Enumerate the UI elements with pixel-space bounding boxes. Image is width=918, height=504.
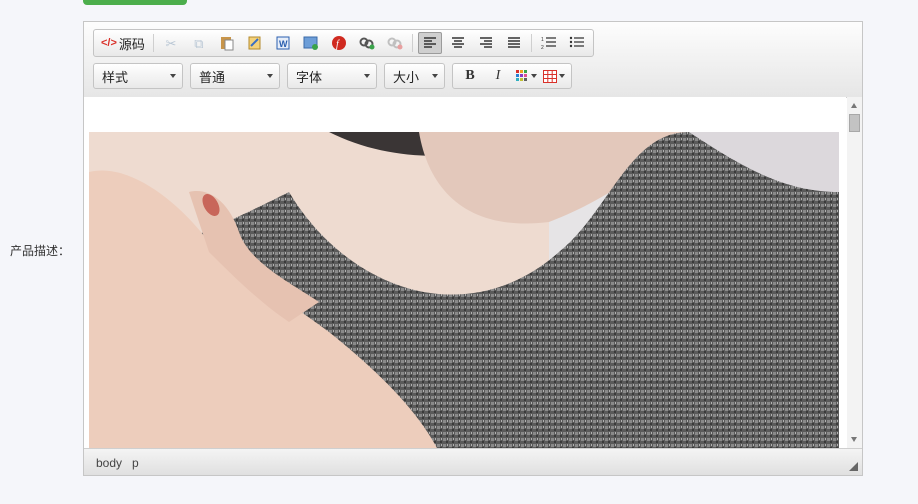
toolbar-separator [530,34,532,52]
source-button[interactable]: </> 源码 [98,32,148,54]
insert-image-button[interactable] [299,32,323,54]
size-select-label: 大小 [393,69,420,85]
resize-grip-icon[interactable] [849,462,858,471]
svg-text:2: 2 [541,45,544,50]
copy-icon: ⧉ [194,35,204,51]
format-select[interactable]: 普通 [190,63,280,89]
align-justify-button[interactable] [502,32,526,54]
toolbar-row-2: 样式 普通 字体 大小 B I [93,62,572,90]
editor-content-area[interactable] [84,97,846,448]
chevron-down-icon [364,74,370,78]
link-icon [359,37,375,50]
unlink-button[interactable] [383,32,407,54]
product-description-label: 产品描述： [10,244,71,258]
align-right-icon [479,37,492,48]
insert-image-icon [303,36,318,50]
align-left-button[interactable] [417,32,442,54]
scroll-down-icon[interactable] [851,437,857,442]
align-right-button[interactable] [474,32,498,54]
unordered-list-button[interactable] [565,32,589,54]
svg-text:W: W [279,39,288,49]
align-justify-icon [507,37,520,48]
paste-text-icon [248,36,261,50]
link-button[interactable] [355,32,379,54]
scrollbar-thumb[interactable] [849,114,860,132]
cut-button[interactable]: ✂ [159,32,183,54]
format-select-label: 普通 [199,69,226,85]
paste-icon [220,37,234,51]
toolbar-separator [152,34,154,52]
align-center-icon [451,37,464,48]
path-item-body[interactable]: body [96,456,122,470]
format-button-group: B I [452,63,572,89]
cut-icon: ✂ [165,35,177,51]
source-button-label: 源码 [118,36,145,52]
product-photo-image [89,132,839,448]
copy-button[interactable]: ⧉ [187,32,211,54]
chevron-down-icon [559,74,565,78]
unordered-list-icon [569,36,584,48]
chevron-down-icon [267,74,273,78]
ordered-list-icon: 12 [541,37,556,50]
unlink-icon [387,37,403,50]
table-button[interactable] [542,65,566,87]
rich-text-editor: </> 源码 ✂ ⧉ W f 1 2 样式 普通 字体 大小 B I body … [83,21,863,476]
chevron-down-icon [170,74,176,78]
toolbar-row-1: </> 源码 ✂ ⧉ W f 1 2 [93,29,594,57]
style-select[interactable]: 样式 [93,63,183,89]
element-path: body p [96,456,139,470]
paste-text-button[interactable] [243,32,267,54]
source-code-icon: </> [101,37,117,49]
size-select[interactable]: 大小 [384,63,445,89]
submit-button-top-edge[interactable] [83,0,187,5]
content-scrollbar[interactable] [847,97,862,448]
editor-statusbar: body p [84,448,862,475]
font-select[interactable]: 字体 [287,63,377,89]
path-item-p[interactable]: p [132,456,139,470]
bold-button[interactable]: B [458,65,482,87]
chevron-down-icon [530,74,537,78]
flash-icon: f [331,36,346,50]
text-color-button[interactable] [514,65,538,87]
toolbar-separator [411,34,413,52]
paste-word-button[interactable]: W [271,32,295,54]
color-palette-icon [515,70,527,81]
table-icon [543,69,557,83]
chevron-down-icon [432,74,438,78]
align-left-icon [423,37,436,48]
italic-button[interactable]: I [486,65,510,87]
font-select-label: 字体 [296,69,323,85]
scroll-up-icon[interactable] [851,103,857,108]
style-select-label: 样式 [102,69,129,85]
svg-text:1: 1 [541,37,544,43]
paste-button[interactable] [215,32,239,54]
paste-word-icon: W [276,36,290,50]
flash-button[interactable]: f [327,32,351,54]
align-center-button[interactable] [446,32,470,54]
ordered-list-button[interactable]: 12 [537,32,561,54]
editor-toolbar: </> 源码 ✂ ⧉ W f 1 2 样式 普通 字体 大小 B I [84,22,862,98]
